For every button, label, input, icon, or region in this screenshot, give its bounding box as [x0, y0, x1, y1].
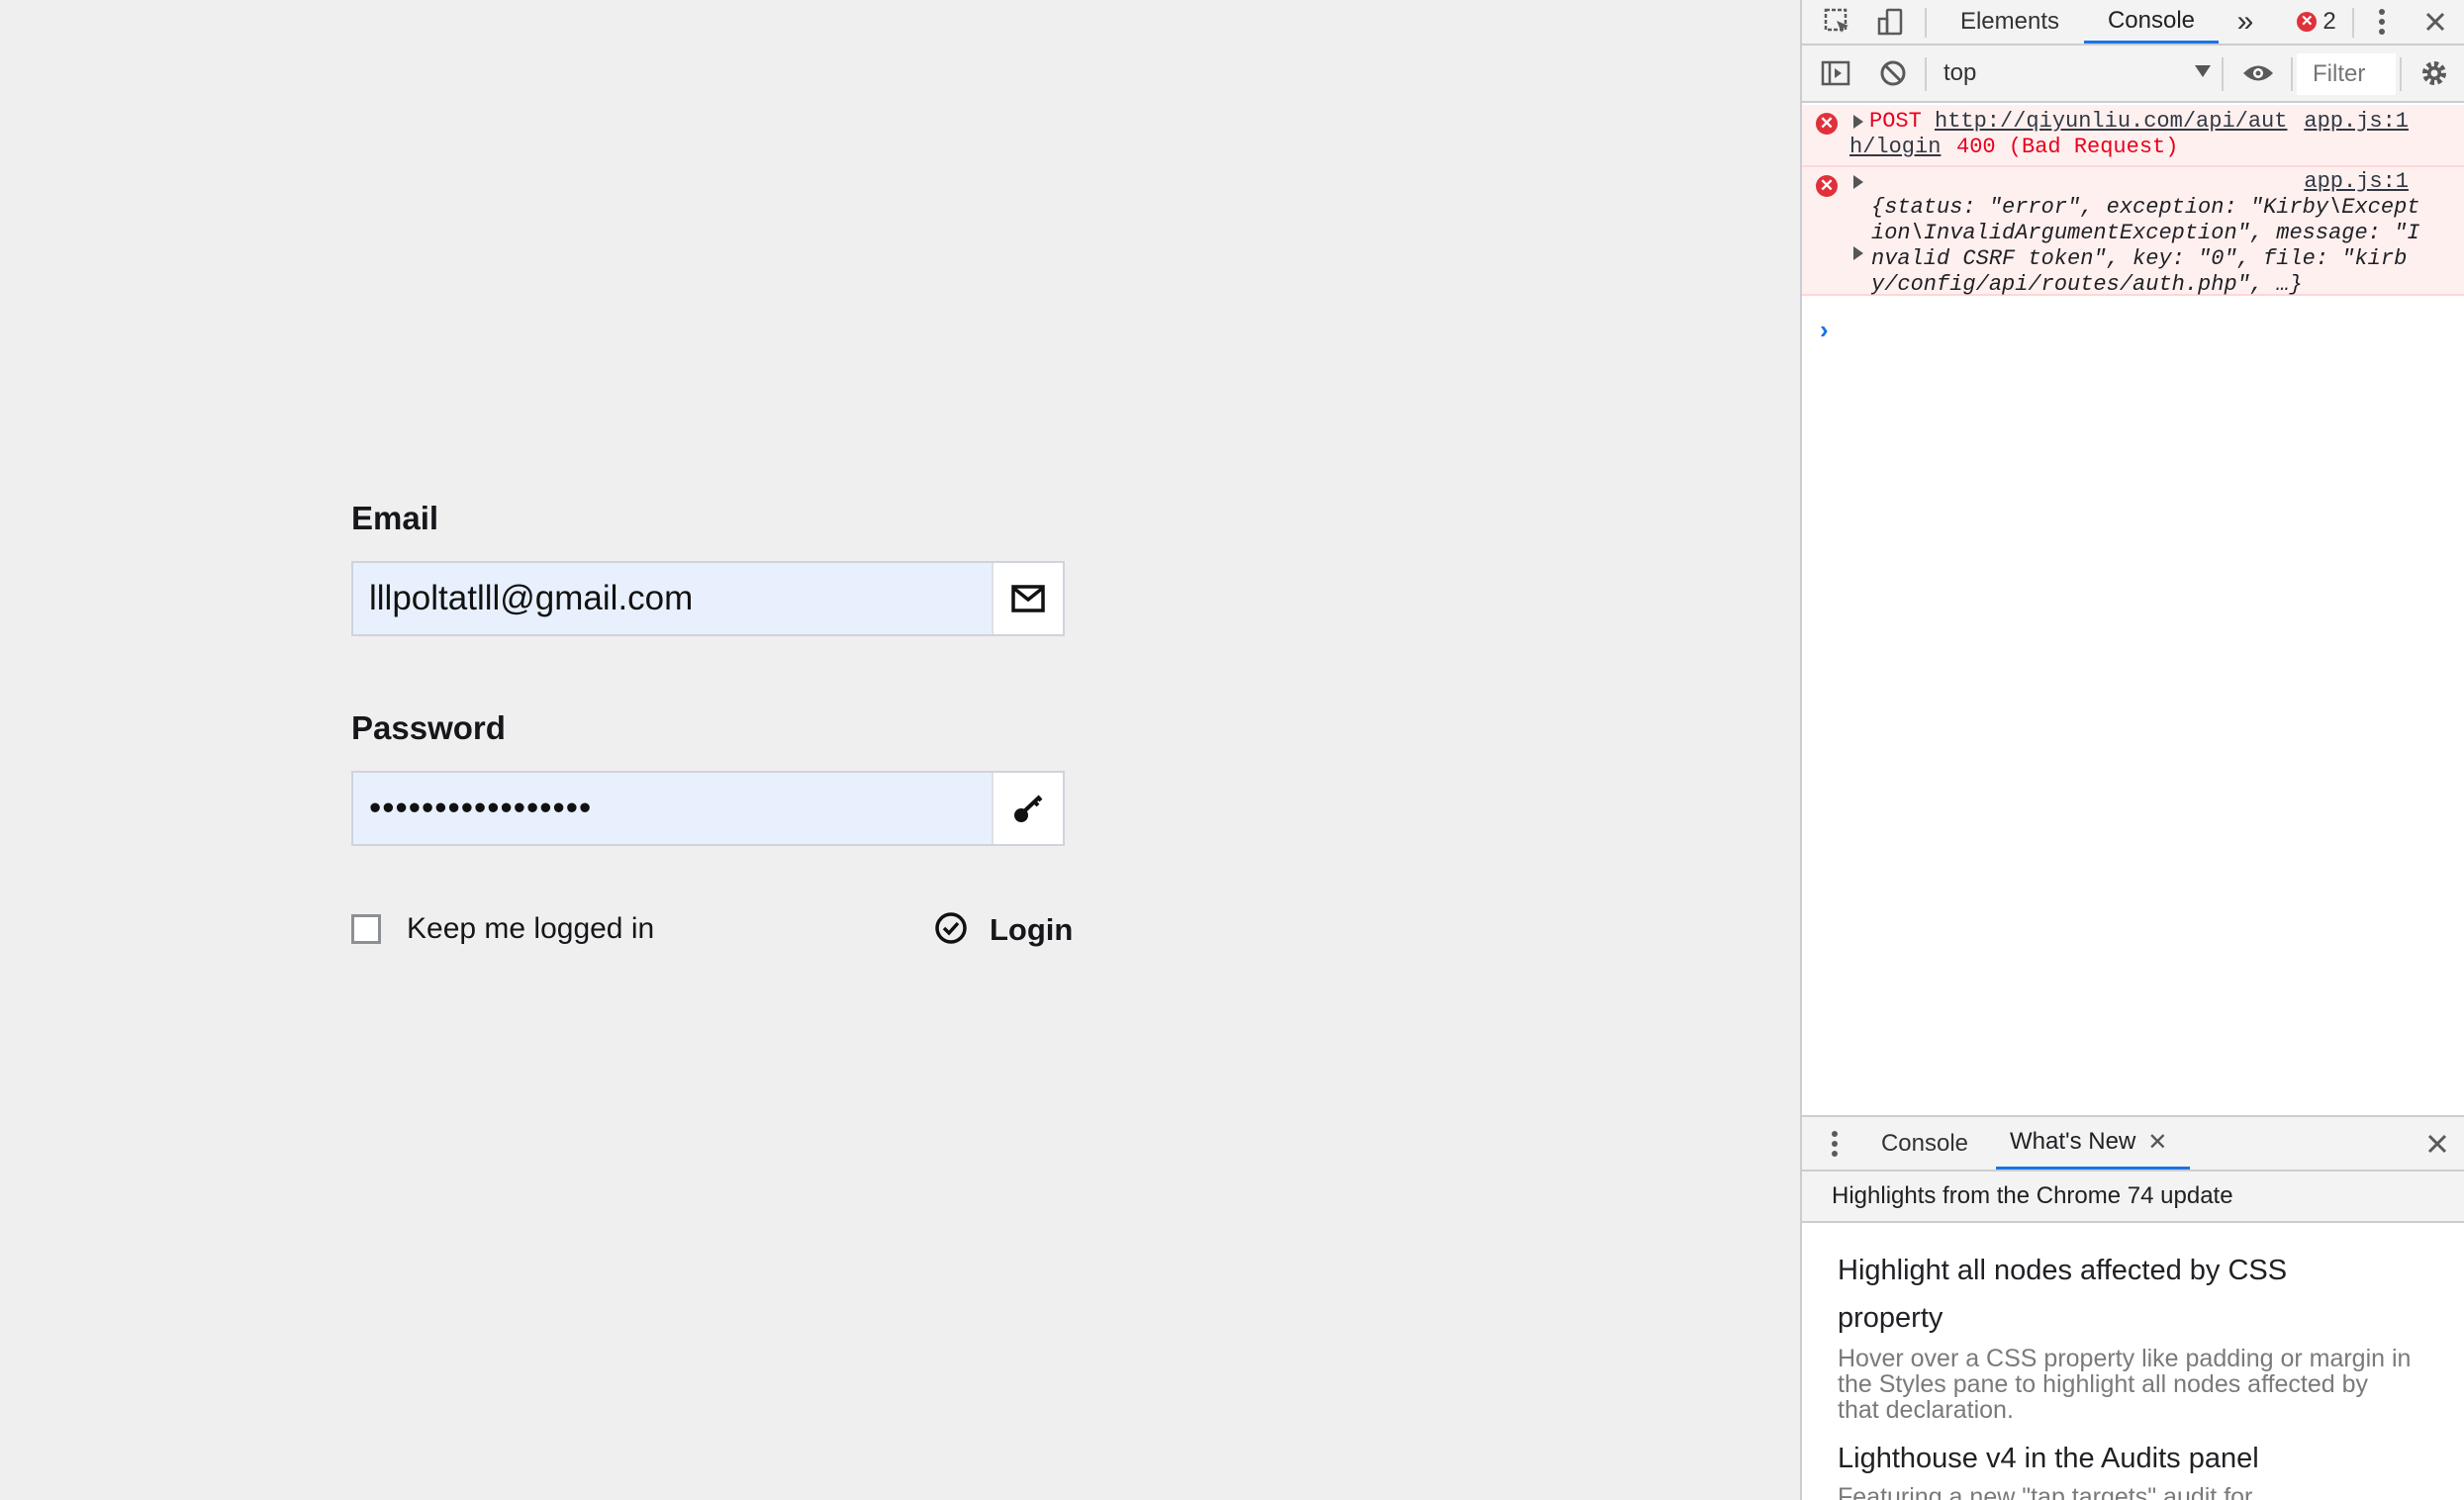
- gear-icon[interactable]: [2410, 46, 2459, 101]
- password-field-wrapper: [351, 771, 1065, 846]
- expand-object-triangle-icon[interactable]: [1853, 246, 1863, 260]
- context-select[interactable]: top: [1943, 51, 2211, 95]
- console-toolbar: top: [1802, 46, 2464, 103]
- email-label: Email: [351, 500, 439, 536]
- separator: [2291, 57, 2293, 91]
- expand-triangle-icon[interactable]: [1853, 115, 1863, 129]
- drawer-tab-whats-new[interactable]: What's New ✕: [1996, 1117, 2190, 1170]
- separator: [2352, 8, 2354, 38]
- email-input[interactable]: [353, 563, 992, 634]
- tab-console[interactable]: Console: [2084, 0, 2219, 44]
- source-link[interactable]: app.js:1: [2304, 109, 2409, 134]
- request-url-part2[interactable]: h/login: [1849, 135, 1941, 159]
- chevron-down-icon: [2195, 65, 2211, 77]
- filter-input[interactable]: [2297, 53, 2396, 95]
- object-line-1: {status: "error", exception: "Kirby\Exce…: [1871, 195, 2420, 220]
- separator: [2400, 57, 2402, 91]
- drawer-tabbar: Console What's New ✕: [1802, 1115, 2464, 1172]
- show-sidebar-icon[interactable]: [1814, 46, 1857, 101]
- email-field-wrapper: [351, 561, 1065, 636]
- error-icon: ✕: [1816, 113, 1838, 135]
- error-count: 2: [2322, 8, 2336, 35]
- separator: [2222, 57, 2224, 91]
- check-circle-icon: [934, 911, 968, 950]
- separator: [1925, 8, 1927, 38]
- envelope-icon: [992, 563, 1063, 634]
- object-line-3: nvalid CSRF token", key: "0", file: "kir…: [1871, 246, 2408, 271]
- login-page: Email Password Keep me logged in Login: [0, 0, 1800, 1500]
- whats-new-item-description: Featuring a new "tap targets" audit for: [1838, 1483, 2253, 1500]
- clear-console-icon[interactable]: [1871, 46, 1915, 101]
- tab-elements[interactable]: Elements: [1944, 0, 2075, 44]
- context-value: top: [1943, 59, 1977, 86]
- drawer-tab-whats-new-label: What's New: [2010, 1128, 2136, 1155]
- remember-me-row[interactable]: Keep me logged in: [351, 909, 654, 949]
- login-button[interactable]: Login: [934, 908, 1073, 952]
- error-icon: ✕: [2297, 12, 2318, 32]
- inspect-element-icon[interactable]: [1816, 0, 1859, 44]
- error-counter[interactable]: ✕ 2: [2289, 0, 2344, 44]
- request-status: 400 (Bad Request): [1956, 135, 2179, 159]
- expand-triangle-icon[interactable]: [1853, 175, 1863, 189]
- whats-new-item-title[interactable]: Lighthouse v4 in the Audits panel: [1838, 1435, 2352, 1482]
- kebab-menu-icon[interactable]: [2362, 0, 2402, 44]
- close-tab-icon[interactable]: ✕: [2147, 1128, 2167, 1157]
- console-output: ✕ POST http://qiyunliu.com/api/aut app.j…: [1802, 105, 2464, 1114]
- object-line-2: ion\InvalidArgumentException", message: …: [1871, 221, 2420, 245]
- key-icon: [992, 773, 1063, 844]
- devtools-tabbar: Elements Console » ✕ 2: [1802, 0, 2464, 46]
- whats-new-item-title-cont[interactable]: property: [1838, 1294, 2352, 1342]
- console-error-message[interactable]: ✕ POST http://qiyunliu.com/api/aut app.j…: [1802, 105, 2464, 167]
- password-label: Password: [351, 709, 506, 746]
- device-toolbar-icon[interactable]: [1869, 0, 1913, 44]
- live-expression-eye-icon[interactable]: [2233, 46, 2283, 101]
- object-line-4: y/config/api/routes/auth.php", …}: [1871, 272, 2303, 297]
- request-url-part1[interactable]: http://qiyunliu.com/api/aut: [1935, 109, 2287, 134]
- drawer-tab-console[interactable]: Console: [1861, 1117, 1988, 1170]
- remember-label: Keep me logged in: [407, 912, 655, 945]
- more-tabs-icon[interactable]: »: [2227, 0, 2263, 44]
- whats-new-subtitle: Highlights from the Chrome 74 update: [1802, 1172, 2464, 1223]
- source-link[interactable]: app.js:1: [2304, 169, 2409, 194]
- devtools-panel: Elements Console » ✕ 2 top Filter ✕ POST…: [1800, 0, 2464, 1500]
- error-icon: ✕: [1816, 175, 1838, 197]
- close-drawer-icon[interactable]: [2417, 1117, 2457, 1170]
- whats-new-content: Highlight all nodes affected by CSS prop…: [1802, 1223, 2464, 1500]
- drawer-menu-icon[interactable]: [1820, 1117, 1849, 1170]
- remember-checkbox[interactable]: [351, 914, 381, 944]
- whats-new-item-title[interactable]: Highlight all nodes affected by CSS: [1838, 1247, 2352, 1294]
- close-devtools-icon[interactable]: [2416, 0, 2455, 44]
- login-label: Login: [990, 912, 1074, 947]
- request-method: POST: [1869, 109, 1922, 134]
- console-prompt[interactable]: ›: [1820, 315, 1829, 345]
- whats-new-item-description: Hover over a CSS property like padding o…: [1838, 1345, 2412, 1424]
- password-input[interactable]: [353, 773, 992, 844]
- separator: [1925, 57, 1927, 91]
- console-error-object[interactable]: ✕ app.js:1 {status: "error", exception: …: [1802, 167, 2464, 297]
